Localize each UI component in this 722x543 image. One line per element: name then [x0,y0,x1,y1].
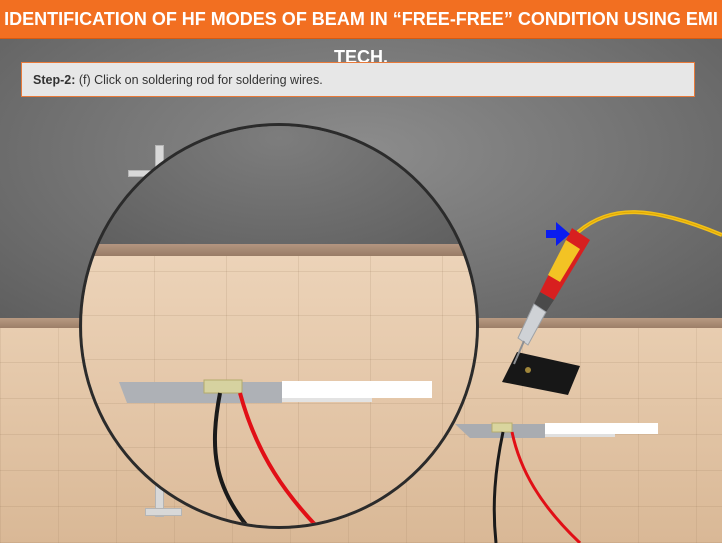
lead-wires [492,431,582,543]
instruction-box: Step-2: (f) Click on soldering rod for s… [21,62,695,97]
instruction-text: (f) Click on soldering rod for soldering… [75,73,323,87]
soldering-iron-icon[interactable] [513,210,722,365]
beam-small [455,422,658,438]
page-title: IDENTIFICATION OF HF MODES OF BEAM IN “F… [0,0,722,67]
step-label: Step-2: [33,73,76,87]
solder-pad [502,352,580,395]
